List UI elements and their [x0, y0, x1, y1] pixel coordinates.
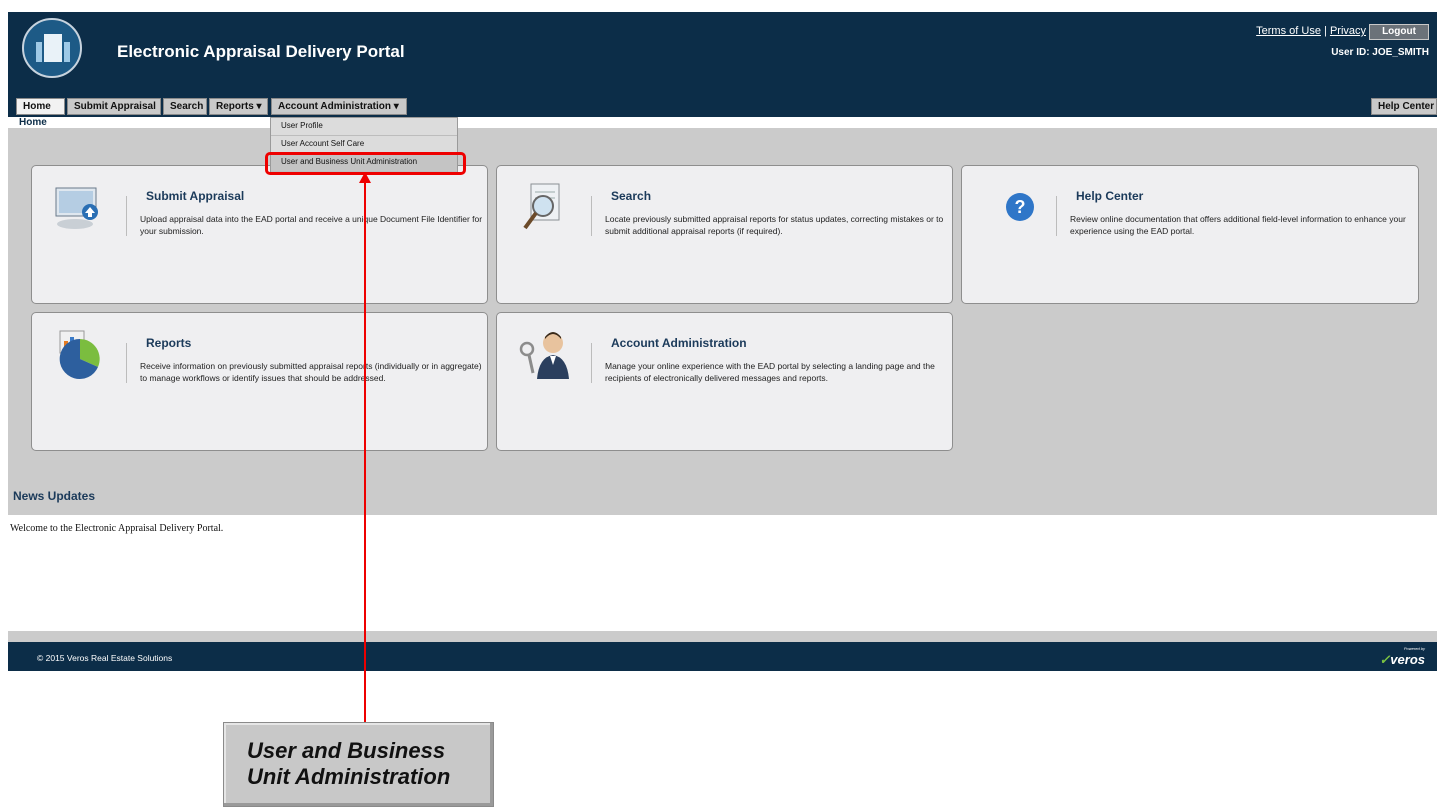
card-divider	[126, 196, 127, 236]
app-title: Electronic Appraisal Delivery Portal	[117, 42, 405, 61]
card-divider	[591, 343, 592, 383]
news-updates-text: Welcome to the Electronic Appraisal Deli…	[10, 523, 224, 534]
question-icon: ?	[1006, 193, 1034, 221]
card-divider	[591, 196, 592, 236]
header-bar: Electronic Appraisal Delivery Portal Ter…	[8, 12, 1437, 90]
news-updates-heading: News Updates	[13, 489, 96, 503]
card-description: Review online documentation that offers …	[1070, 214, 1406, 236]
tab-help-center[interactable]: Help Center	[1371, 98, 1437, 115]
card-account-administration[interactable]: Account Administration Manage your onlin…	[496, 312, 953, 451]
link-separator: |	[1324, 25, 1327, 37]
tab-account-administration[interactable]: Account Administration ▾	[271, 98, 407, 115]
veros-brand-text: veros	[1390, 652, 1425, 667]
card-description: Manage your online experience with the E…	[605, 361, 935, 383]
card-title: Reports	[146, 336, 192, 350]
callout-text: User and Business Unit Administration	[247, 738, 451, 789]
user-keys-icon	[519, 332, 569, 379]
card-title: Submit Appraisal	[146, 189, 245, 203]
magnifier-document-icon	[523, 183, 560, 230]
card-submit-appraisal[interactable]: Submit Appraisal Upload appraisal data i…	[31, 165, 488, 304]
user-id-label: User ID: JOE_SMITH	[1331, 47, 1429, 58]
tab-home[interactable]: Home	[16, 98, 65, 115]
breadcrumb: Home	[19, 117, 47, 128]
footer-bar: © 2015 Veros Real Estate Solutions Power…	[8, 642, 1437, 671]
menu-item-user-profile[interactable]: User Profile	[271, 118, 457, 136]
card-search[interactable]: Search Locate previously submitted appra…	[496, 165, 953, 304]
card-title: Help Center	[1076, 189, 1144, 203]
card-title: Account Administration	[611, 336, 747, 350]
privacy-link[interactable]: Privacy	[1330, 25, 1366, 37]
card-title: Search	[611, 189, 652, 203]
veros-check-icon: ✓	[1379, 652, 1391, 667]
card-divider	[1056, 196, 1057, 236]
pie-chart-icon	[59, 330, 100, 379]
callout-box: User and Business Unit Administration	[223, 722, 494, 807]
top-links: Terms of Use | Privacy	[1256, 25, 1366, 37]
veros-logo: Powered by ✓veros	[1379, 646, 1425, 668]
tab-reports[interactable]: Reports ▾	[209, 98, 268, 115]
hud-seal-logo	[22, 18, 82, 78]
card-description: Locate previously submitted appraisal re…	[605, 214, 944, 236]
terms-link[interactable]: Terms of Use	[1256, 25, 1321, 37]
card-divider	[126, 343, 127, 383]
svg-text:?: ?	[1015, 197, 1026, 217]
main-nav: Home Submit Appraisal Search Reports ▾ A…	[8, 90, 1437, 117]
tab-submit-appraisal[interactable]: Submit Appraisal	[67, 98, 161, 115]
card-reports[interactable]: Reports Receive information on previousl…	[31, 312, 488, 451]
card-description: Upload appraisal data into the EAD porta…	[140, 214, 483, 236]
monitor-upload-icon	[55, 187, 98, 229]
logout-button[interactable]: Logout	[1369, 24, 1429, 40]
arrow-line	[364, 181, 366, 723]
copyright-text: © 2015 Veros Real Estate Solutions	[37, 653, 173, 663]
card-description: Receive information on previously submit…	[140, 361, 482, 383]
tab-search[interactable]: Search	[163, 98, 207, 115]
card-help-center[interactable]: ? Help Center Review online documentatio…	[961, 165, 1419, 304]
